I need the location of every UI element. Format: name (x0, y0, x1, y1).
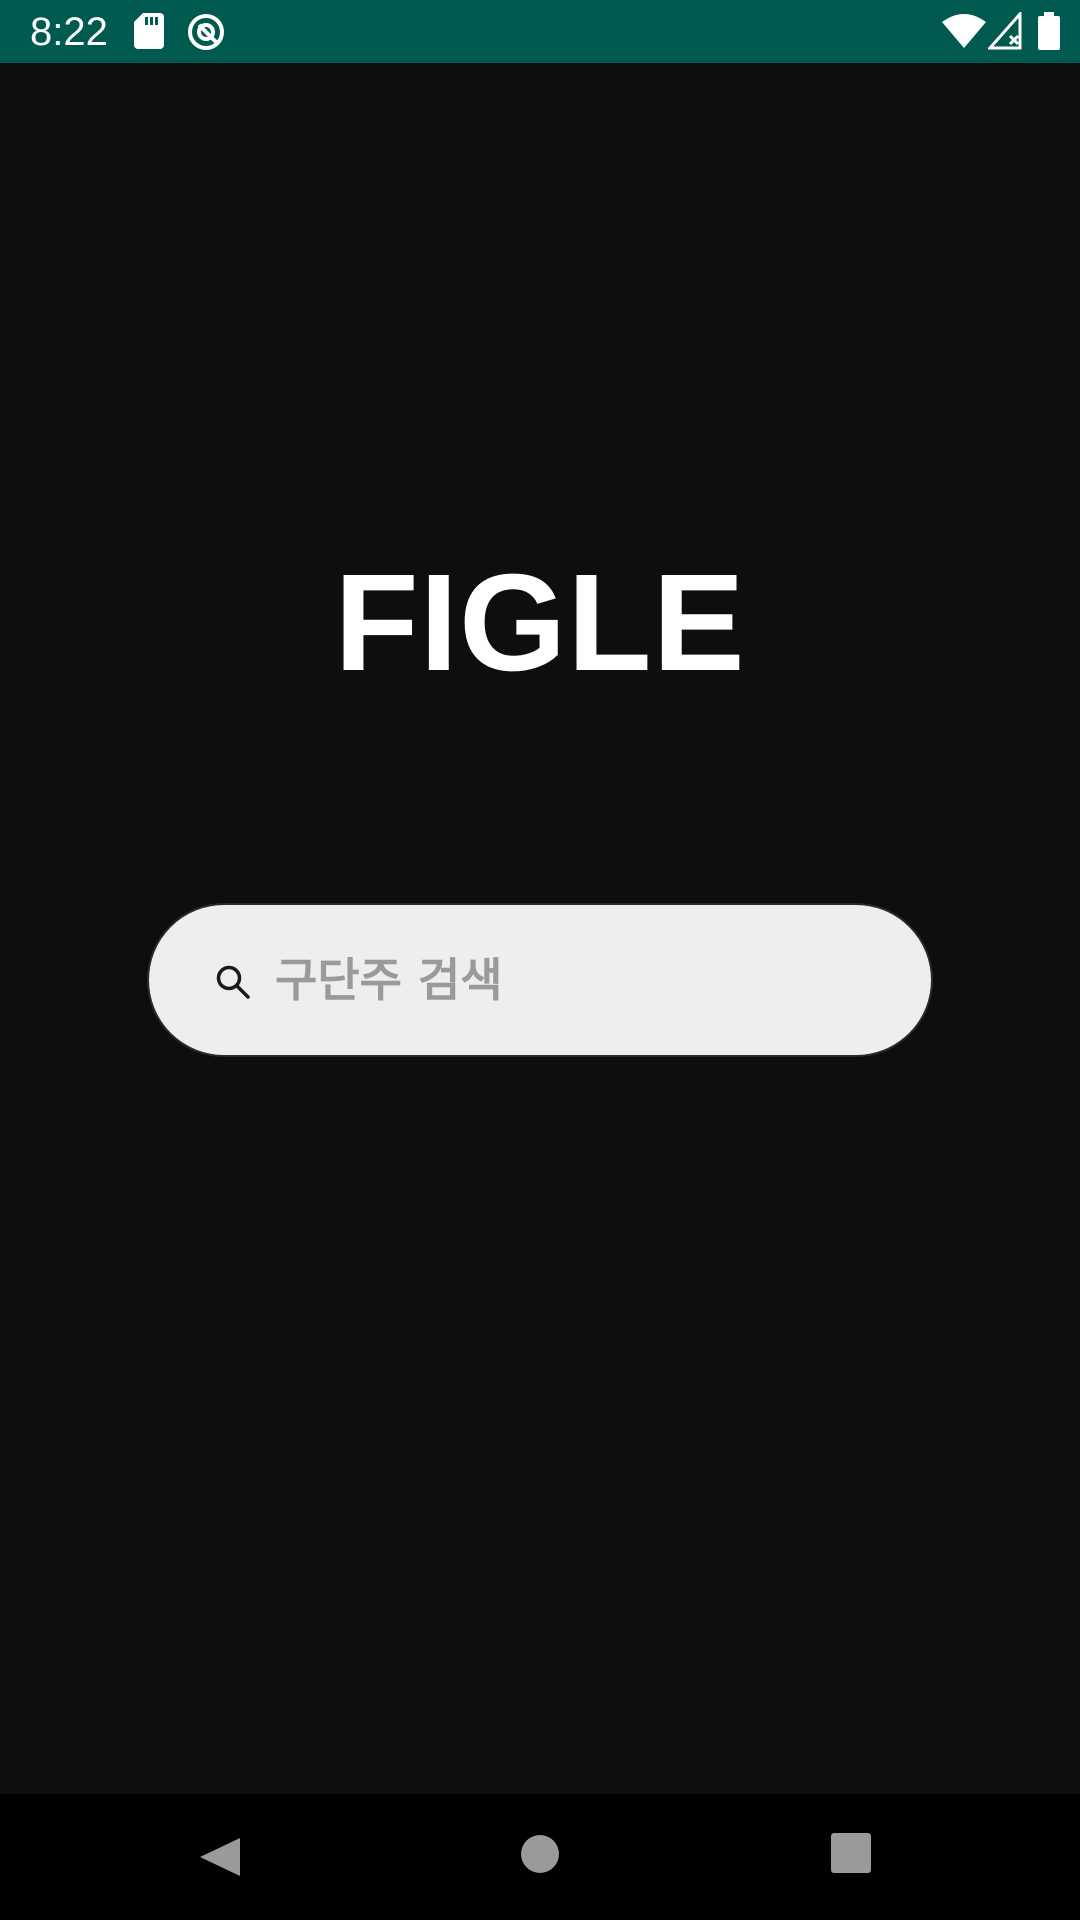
recents-icon[interactable] (830, 1832, 872, 1874)
wifi-icon (942, 14, 986, 48)
status-bar: 8:22 (0, 0, 1080, 63)
sd-card-icon (134, 13, 164, 49)
signal-icon (988, 12, 1022, 50)
back-icon[interactable] (196, 1832, 246, 1882)
home-icon[interactable] (518, 1832, 562, 1876)
status-time: 8:22 (30, 10, 108, 54)
battery-icon (1038, 12, 1060, 50)
app-title: FIGLE (334, 546, 746, 700)
sync-icon (188, 14, 224, 50)
search-input[interactable] (275, 905, 875, 1055)
navigation-bar (0, 1794, 1080, 1920)
search-icon (216, 965, 250, 999)
search-bar[interactable] (147, 903, 933, 1057)
